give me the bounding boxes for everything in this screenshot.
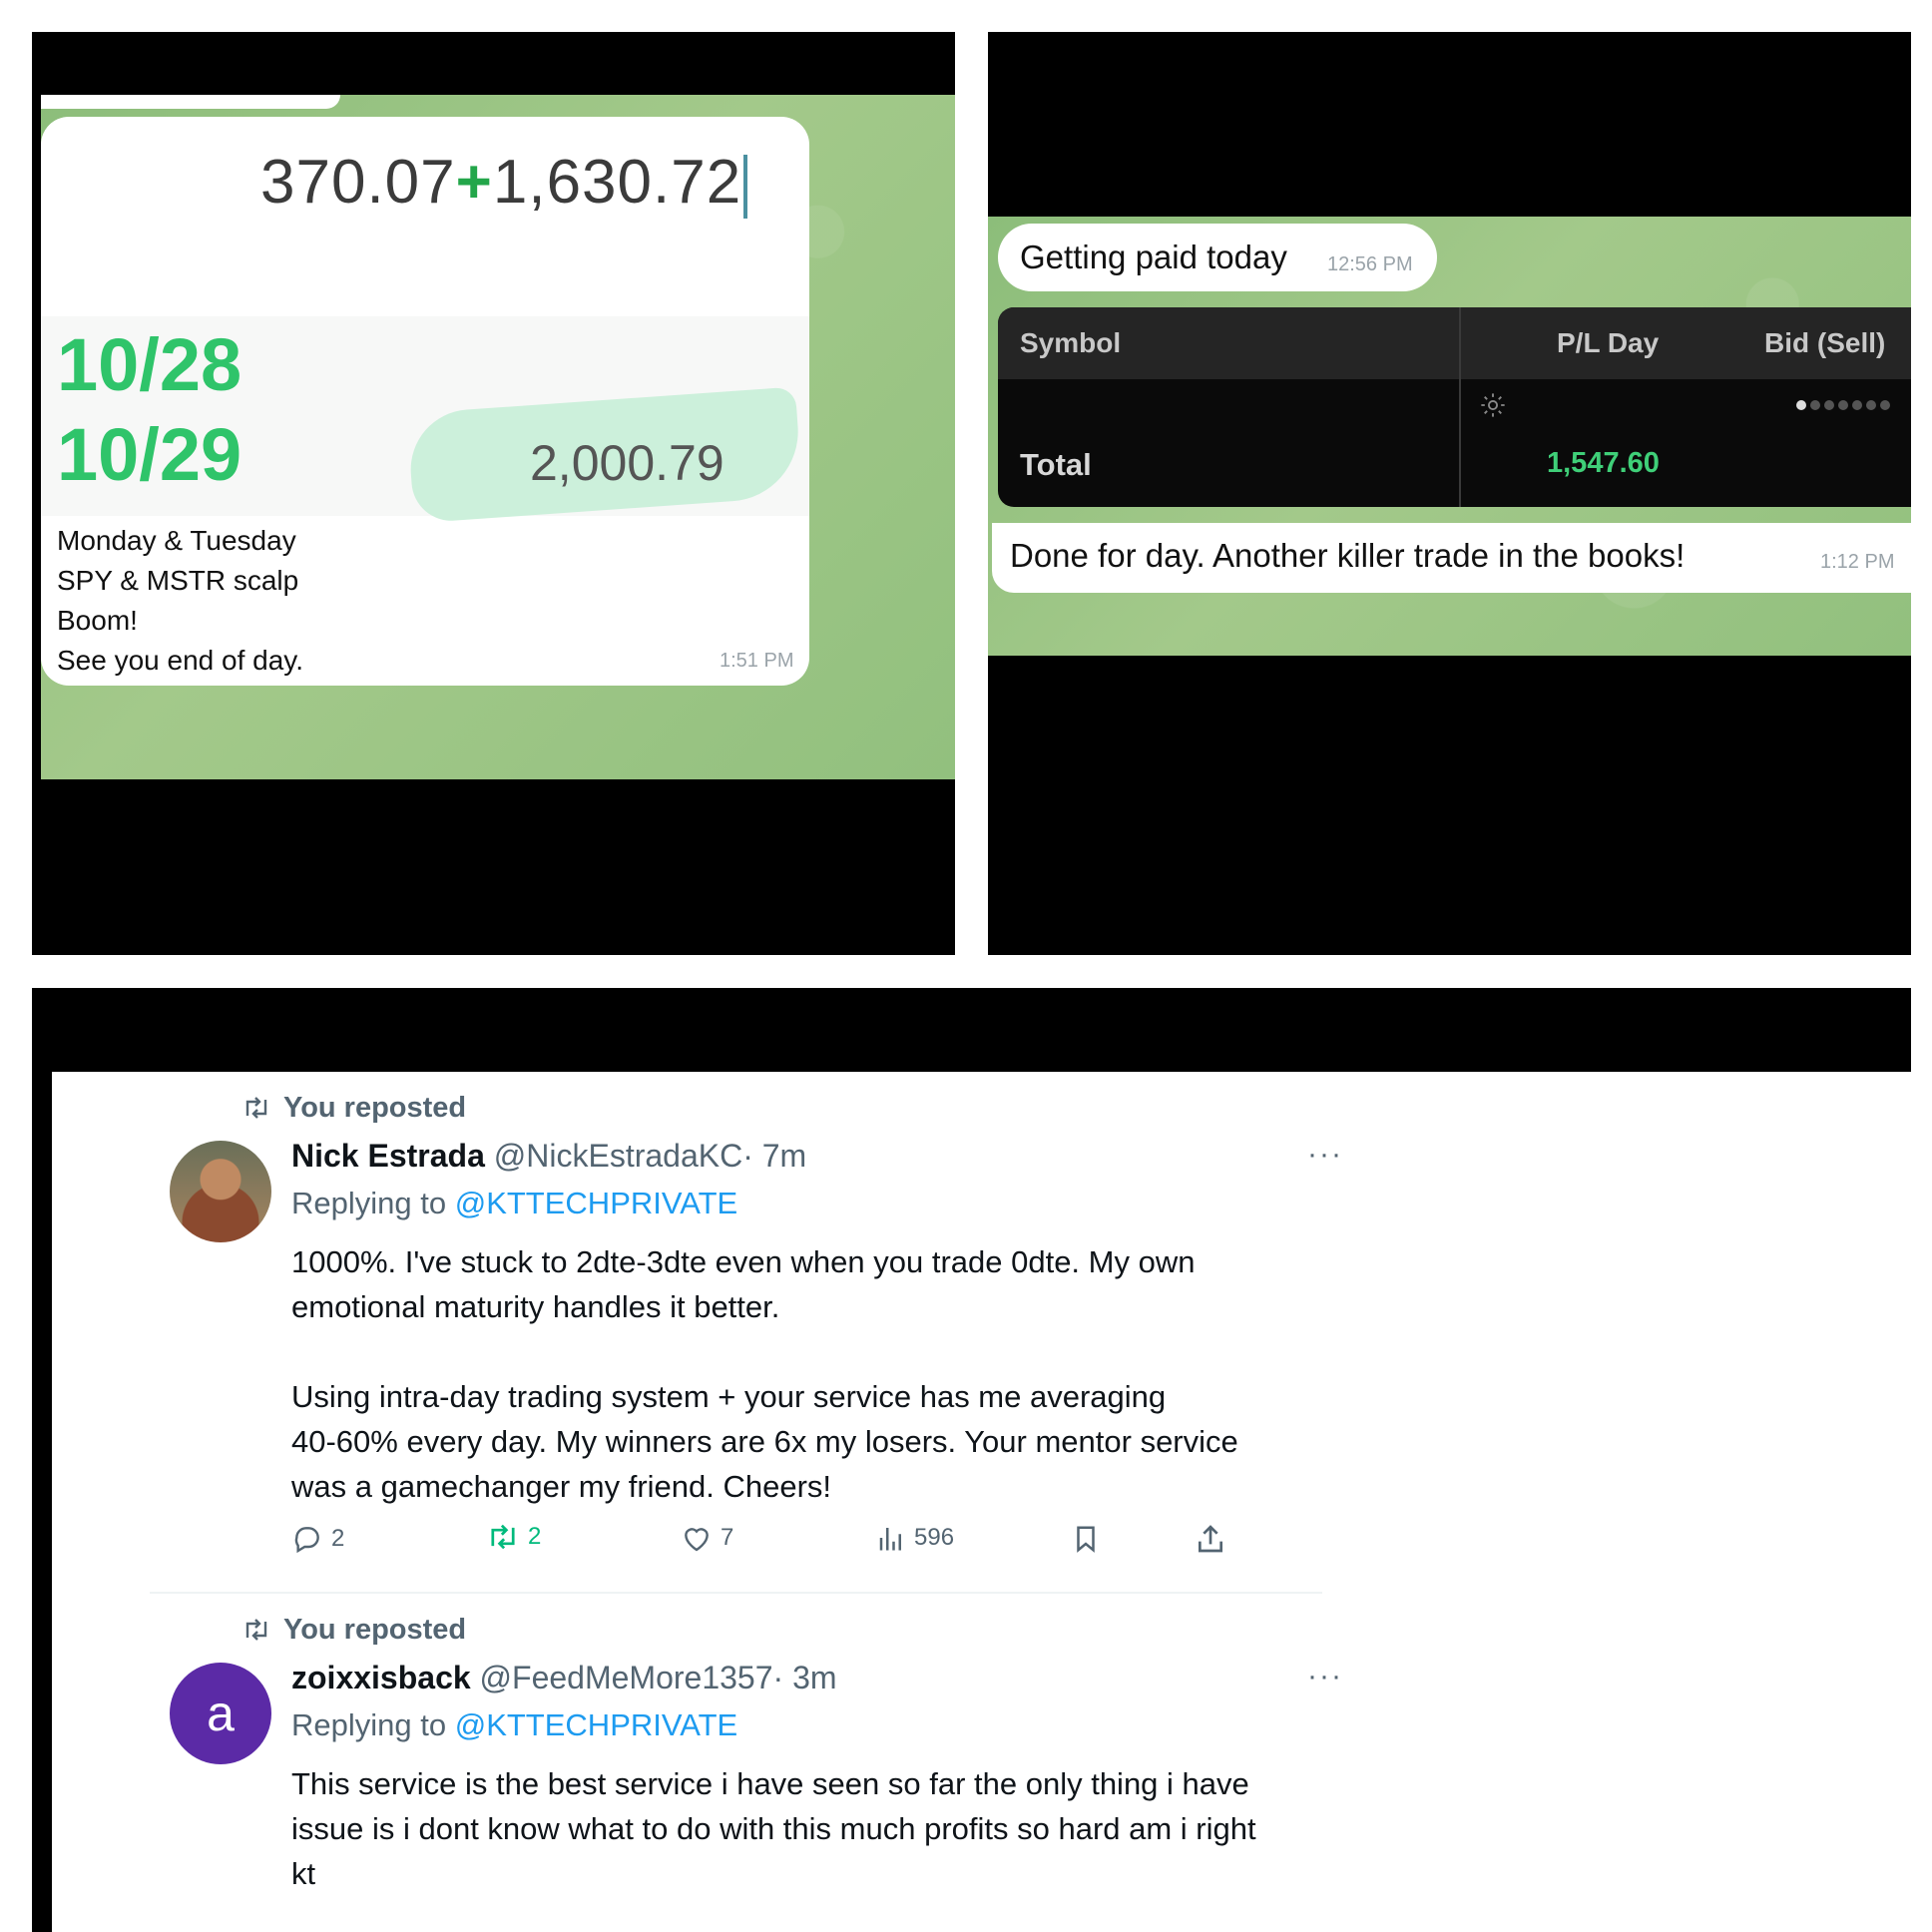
pagination-dots <box>1796 397 1894 415</box>
author-name[interactable]: Nick Estrada <box>291 1138 485 1174</box>
author-handle[interactable]: @NickEstradaKC <box>494 1138 742 1174</box>
tweet-time[interactable]: · 7m <box>742 1138 806 1174</box>
tweet-divider <box>150 1592 1322 1594</box>
tweet-line: emotional maturity handles it better. <box>291 1289 780 1324</box>
repost-button[interactable]: 2 <box>486 1523 541 1551</box>
like-count: 7 <box>721 1524 734 1551</box>
replying-prefix: Replying to <box>291 1186 447 1220</box>
heart-icon <box>685 1528 709 1552</box>
bookmark-button[interactable] <box>1071 1523 1109 1555</box>
total-label: Total <box>1020 447 1092 482</box>
caption-line: SPY & MSTR scalp <box>57 565 299 596</box>
avatar[interactable]: a <box>170 1663 271 1764</box>
calculator-chat-screenshot: 370.07+1,630.72 2,000.79 10/28 10/29 Mon… <box>32 32 955 955</box>
calculator-result: 2,000.79 <box>530 435 724 491</box>
replying-to: Replying to @KTTECHPRIVATE <box>291 1186 737 1221</box>
tweet-text: This service is the best service i have … <box>291 1761 1369 1896</box>
view-count: 596 <box>914 1524 955 1551</box>
repost-label: You reposted <box>283 1092 467 1124</box>
tweet-line: This service is the best service i have … <box>291 1766 1249 1801</box>
date-label-1: 10/28 <box>57 323 242 406</box>
message-timestamp: 1:12 PM <box>1820 551 1895 573</box>
author-handle[interactable]: @FeedMeMore1357 <box>480 1660 773 1695</box>
tweet-line <box>291 1329 1369 1374</box>
like-button[interactable]: 7 <box>681 1523 733 1553</box>
caption-line: Boom! <box>57 605 138 636</box>
replying-to-link[interactable]: @KTTECHPRIVATE <box>455 1186 738 1220</box>
tweet-header: Nick Estrada @NickEstradaKC· 7m <box>291 1138 806 1175</box>
calculator-expression: 370.07+1,630.72 <box>260 147 748 219</box>
tweet-line: 1000%. I've stuck to 2dte-3dte even when… <box>291 1244 1196 1279</box>
author-name[interactable]: zoixxisback <box>291 1660 471 1695</box>
replying-prefix: Replying to <box>291 1707 447 1742</box>
reply-icon <box>294 1527 319 1554</box>
total-pl-value: 1,547.60 <box>1547 447 1660 479</box>
message-timestamp: 12:56 PM <box>1327 253 1413 275</box>
tweet-time[interactable]: · 3m <box>773 1660 837 1695</box>
column-header-bid-sell: Bid (Sell) <box>1764 327 1886 358</box>
bookmark-icon <box>1077 1526 1095 1553</box>
message-text: Getting paid today <box>1020 239 1287 275</box>
avatar[interactable] <box>170 1141 271 1242</box>
views-button[interactable]: 596 <box>876 1523 954 1553</box>
caption-line: Monday & Tuesday <box>57 525 296 556</box>
caption-line: See you end of day. <box>57 645 303 676</box>
repost-indicator: You reposted <box>242 1092 466 1125</box>
text-cursor <box>743 154 748 219</box>
tweet-header: zoixxisback @FeedMeMore1357· 3m <box>291 1660 837 1696</box>
reply-count: 2 <box>331 1525 345 1552</box>
tweet-text: 1000%. I've stuck to 2dte-3dte even when… <box>291 1239 1369 1509</box>
replying-to: Replying to @KTTECHPRIVATE <box>291 1707 737 1743</box>
pl-table-screenshot: Symbol P/L Day Bid (Sell) Total 1,547.60 <box>998 307 1911 507</box>
column-divider <box>1459 307 1461 507</box>
share-button[interactable] <box>1195 1523 1234 1555</box>
repost-label: You reposted <box>283 1614 467 1646</box>
more-options-icon[interactable]: ··· <box>1307 1660 1343 1693</box>
previous-message-edge <box>41 95 340 109</box>
tweet-line: was a gamechanger my friend. Cheers! <box>291 1469 832 1504</box>
views-icon <box>879 1528 901 1551</box>
date-label-2: 10/29 <box>57 413 242 496</box>
message-bubble-top[interactable]: Getting paid today 12:56 PM <box>998 224 1437 291</box>
tweet-line: issue is i dont know what to do with thi… <box>291 1811 1256 1846</box>
message-timestamp: 1:51 PM <box>720 650 794 672</box>
replying-to-link[interactable]: @KTTECHPRIVATE <box>455 1707 738 1742</box>
repost-indicator: You reposted <box>242 1614 466 1647</box>
calc-right-operand: 1,630.72 <box>492 148 742 217</box>
calc-left-operand: 370.07 <box>260 148 456 217</box>
tweet-line: 40-60% every day. My winners are 6x my l… <box>291 1424 1238 1459</box>
calc-operator: + <box>455 148 493 217</box>
message-caption: Monday & Tuesday SPY & MSTR scalp Boom! … <box>57 521 303 681</box>
message-text: Done for day. Another killer trade in th… <box>1010 537 1686 574</box>
share-icon <box>1199 1525 1222 1553</box>
gear-icon <box>1481 393 1505 417</box>
avatar-letter: a <box>207 1686 235 1741</box>
tweet-line: Using intra-day trading system + your se… <box>291 1379 1167 1414</box>
trade-chat-screenshot: Getting paid today 12:56 PM Symbol P/L D… <box>988 32 1911 955</box>
photo-message-bubble[interactable]: 370.07+1,630.72 2,000.79 10/28 10/29 Mon… <box>41 117 809 686</box>
tweet-line: kt <box>291 1856 316 1891</box>
column-header-symbol: Symbol <box>1020 327 1122 358</box>
repost-count: 2 <box>528 1523 542 1550</box>
repost-icon <box>491 1524 515 1550</box>
repost-icon <box>245 1097 267 1119</box>
message-bubble-bottom[interactable]: Done for day. Another killer trade in th… <box>992 523 1911 593</box>
column-header-pl-day: P/L Day <box>1557 327 1660 358</box>
reply-button[interactable]: 2 <box>291 1523 344 1555</box>
repost-icon <box>245 1619 267 1641</box>
more-options-icon[interactable]: ··· <box>1307 1138 1343 1172</box>
